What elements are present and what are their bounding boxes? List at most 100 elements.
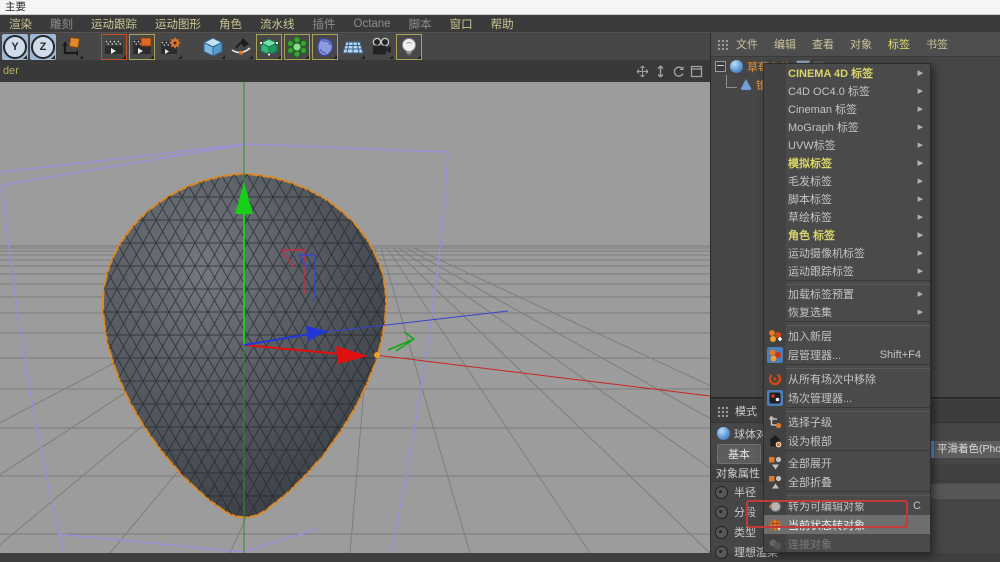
pen-spline-icon	[230, 36, 252, 58]
main-menu-item[interactable]: 流水线	[251, 16, 304, 32]
render-to-picture-viewer-button[interactable]	[129, 34, 155, 60]
submenu-arrow-icon: ▶	[918, 123, 923, 131]
tag-submenu-item[interactable]: Cineman 标签▶	[764, 100, 930, 118]
main-menu-item[interactable]: 角色	[210, 16, 251, 32]
deformer-icon	[314, 36, 336, 58]
light-button[interactable]	[396, 34, 422, 60]
main-menu-item[interactable]: 运动跟踪	[82, 16, 146, 32]
subdivision-surface-button[interactable]	[256, 34, 282, 60]
pan-icon[interactable]	[636, 65, 649, 78]
connect-objects-icon	[767, 536, 783, 552]
deformer-button[interactable]	[312, 34, 338, 60]
keyframe-dot-icon[interactable]	[715, 546, 728, 559]
main-menu-item[interactable]: 运动图形	[146, 16, 210, 32]
object-manager-menu-item[interactable]: 标签	[880, 36, 918, 52]
coordinate-system-button[interactable]	[58, 34, 84, 60]
tag-submenu-item[interactable]: MoGraph 标签▶	[764, 118, 930, 136]
submenu-arrow-icon: ▶	[918, 290, 923, 298]
tag-submenu-item[interactable]: 毛发标签▶	[764, 172, 930, 190]
property-row[interactable]: 半径	[715, 482, 756, 502]
main-menu-item[interactable]: 脚本	[400, 16, 441, 32]
preset-submenu-item[interactable]: 加载标签预置▶	[764, 285, 930, 303]
rotate-icon[interactable]	[672, 65, 685, 78]
maximize-icon[interactable]	[690, 65, 703, 78]
main-menu-item[interactable]: Octane	[345, 18, 400, 30]
object-manager-menu-item[interactable]: 编辑	[766, 36, 804, 52]
layout-tab-bar: 主要	[0, 0, 1000, 15]
menu-item-current-state-to-object[interactable]: 当前状态转对象	[764, 515, 930, 534]
tag-submenu-item[interactable]: CINEMA 4D 标签▶	[764, 64, 930, 82]
tag-submenu-item[interactable]: C4D OC4.0 标签▶	[764, 82, 930, 100]
layout-tab-label[interactable]: 主要	[5, 1, 26, 13]
main-menu-item[interactable]: 渲染	[0, 16, 41, 32]
viewport-3d-canvas[interactable]	[0, 82, 710, 553]
collapse-toggle-icon[interactable]	[715, 61, 726, 72]
object-manager-menu-item[interactable]: 文件	[728, 36, 766, 52]
main-menu-item[interactable]: 插件	[304, 16, 345, 32]
submenu-arrow-icon: ▶	[918, 69, 923, 77]
menu-item-fold-all[interactable]: 全部折叠	[764, 472, 930, 491]
main-menu-item[interactable]: 雕刻	[41, 16, 82, 32]
menu-item-take-manager[interactable]: 场次管理器...	[764, 388, 930, 407]
tree-branch	[726, 75, 737, 88]
render-view-button[interactable]	[101, 34, 127, 60]
submenu-arrow-icon: ▶	[918, 195, 923, 203]
object-manager-menu-item[interactable]: 查看	[804, 36, 842, 52]
tag-submenu-item[interactable]: 模拟标签▶	[764, 154, 930, 172]
menu-item-add-new-layer[interactable]: 加入新层	[764, 326, 930, 345]
tag-submenu-item[interactable]: 脚本标签▶	[764, 190, 930, 208]
mode-menu[interactable]: 模式	[735, 403, 757, 419]
menu-item-unfold-all[interactable]: 全部展开	[764, 453, 930, 472]
attribute-value-band	[931, 484, 1000, 499]
tag-submenu-item[interactable]: 角色 标签▶	[764, 226, 930, 244]
tag-submenu-item[interactable]: UVW标签▶	[764, 136, 930, 154]
tab-basic[interactable]: 基本	[717, 444, 761, 464]
pen-spline-button[interactable]	[228, 34, 254, 60]
render-settings-button[interactable]	[157, 34, 183, 60]
render-to-picture-viewer-icon	[131, 36, 153, 58]
z-axis-lock-button[interactable]: Z	[30, 34, 56, 60]
taper-object-icon	[740, 79, 752, 90]
phong-tag-field[interactable]: 平滑着色(Phong	[931, 441, 1000, 458]
menu-item-layer-manager[interactable]: 层管理器... Shift+F4	[764, 345, 930, 364]
menu-item-make-editable[interactable]: 转为可编辑对象 C	[764, 496, 930, 515]
cube-primitive-button[interactable]	[200, 34, 226, 60]
floor-environment-icon	[342, 36, 364, 58]
mograph-button[interactable]	[284, 34, 310, 60]
camera-button[interactable]	[368, 34, 394, 60]
preset-submenu-item[interactable]: 恢复选集▶	[764, 303, 930, 321]
property-row[interactable]: 分段	[715, 502, 756, 522]
remove-from-takes-icon	[767, 371, 783, 387]
object-manager-menu-item[interactable]: 书签	[918, 36, 956, 52]
y-axis-lock-button[interactable]: Y	[2, 34, 28, 60]
main-menu-item[interactable]: 帮助	[482, 16, 523, 32]
menu-item-connect-objects[interactable]: 连接对象	[764, 534, 930, 553]
keyframe-dot-icon[interactable]	[715, 526, 728, 539]
viewport-title: der	[0, 65, 19, 77]
light-icon	[398, 36, 420, 58]
menu-item-set-as-root[interactable]: 设为根部	[764, 431, 930, 450]
tags-context-menu: CINEMA 4D 标签▶ C4D OC4.0 标签▶ Cineman 标签▶ …	[763, 63, 931, 553]
submenu-arrow-icon: ▶	[918, 308, 923, 316]
viewport-scene	[0, 82, 710, 553]
coordinate-system-icon	[60, 36, 82, 58]
tag-submenu-item[interactable]: 运动跟踪标签▶	[764, 262, 930, 280]
submenu-arrow-icon: ▶	[918, 159, 923, 167]
keyframe-dot-icon[interactable]	[715, 486, 728, 499]
menu-item-select-children[interactable]: 选择子级	[764, 412, 930, 431]
main-menu-item[interactable]: 窗口	[441, 16, 482, 32]
panel-grip-icon[interactable]	[717, 39, 728, 50]
menu-item-remove-from-takes[interactable]: 从所有场次中移除	[764, 369, 930, 388]
main-toolbar: Y Z	[0, 32, 710, 60]
floor-environment-button[interactable]	[340, 34, 366, 60]
tag-submenu-item[interactable]: 运动摄像机标签▶	[764, 244, 930, 262]
submenu-arrow-icon: ▶	[918, 141, 923, 149]
panel-grip-icon[interactable]	[717, 406, 728, 417]
keyframe-dot-icon[interactable]	[715, 506, 728, 519]
zoom-icon[interactable]	[654, 65, 667, 78]
tag-submenu-item[interactable]: 草绘标签▶	[764, 208, 930, 226]
property-row[interactable]: 类型	[715, 522, 756, 542]
object-manager-menu-item[interactable]: 对象	[842, 36, 880, 52]
submenu-arrow-icon: ▶	[918, 267, 923, 275]
select-children-icon	[767, 414, 783, 430]
